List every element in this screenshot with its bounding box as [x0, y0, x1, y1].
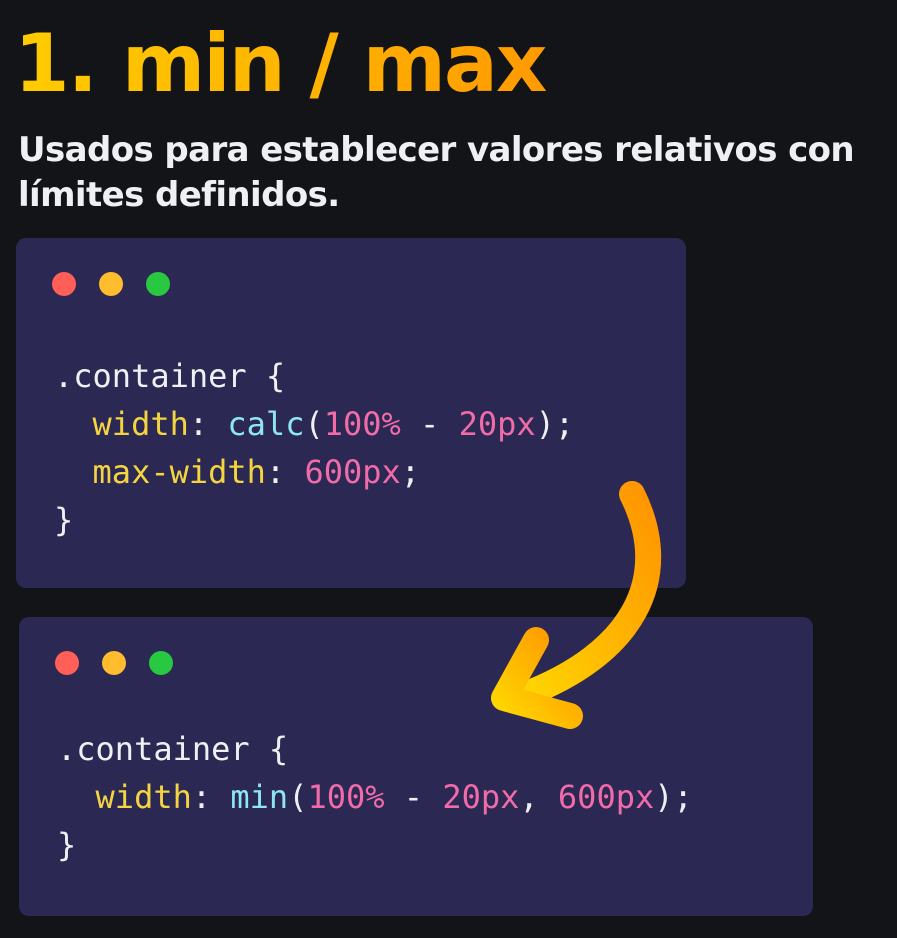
code-operator: -	[400, 405, 459, 443]
code-number: 100%	[307, 778, 385, 816]
code-paren: (	[304, 405, 324, 443]
code-number: 600px	[557, 778, 655, 816]
code-colon: :	[191, 778, 231, 816]
code-number: 100%	[323, 405, 401, 443]
page-subtitle: Usados para establecer valores relativos…	[18, 130, 855, 215]
code-separator: ,	[519, 778, 558, 816]
code-number: 20px	[442, 778, 520, 816]
code-paren: (	[288, 778, 308, 816]
page-title: 1. min / max	[14, 14, 548, 114]
minimize-dot-icon	[99, 272, 123, 296]
window-controls	[55, 651, 173, 675]
curved-arrow-icon	[491, 481, 662, 729]
code-function: calc	[227, 405, 305, 443]
code-selector: .container {	[54, 357, 286, 395]
code-function: min	[230, 778, 289, 816]
code-line-end: ;	[400, 453, 421, 491]
code-property: max-width	[92, 453, 266, 491]
code-block-after: .container { width: min(100% - 20px, 600…	[57, 725, 693, 869]
code-colon: :	[188, 405, 228, 443]
code-close-brace: }	[57, 826, 77, 864]
code-line-end: );	[654, 778, 693, 816]
code-line-end: );	[535, 405, 575, 443]
close-dot-icon	[52, 272, 76, 296]
code-selector: .container {	[57, 730, 289, 768]
code-property: width	[92, 405, 189, 443]
code-operator: -	[384, 778, 443, 816]
code-property: width	[95, 778, 192, 816]
code-window-after: .container { width: min(100% - 20px, 600…	[19, 617, 813, 916]
code-number: 20px	[458, 405, 536, 443]
maximize-dot-icon	[149, 651, 173, 675]
code-close-brace: }	[54, 501, 74, 539]
window-controls	[52, 272, 170, 296]
maximize-dot-icon	[146, 272, 170, 296]
minimize-dot-icon	[102, 651, 126, 675]
code-colon: :	[265, 453, 305, 491]
close-dot-icon	[55, 651, 79, 675]
code-number: 600px	[304, 453, 401, 491]
